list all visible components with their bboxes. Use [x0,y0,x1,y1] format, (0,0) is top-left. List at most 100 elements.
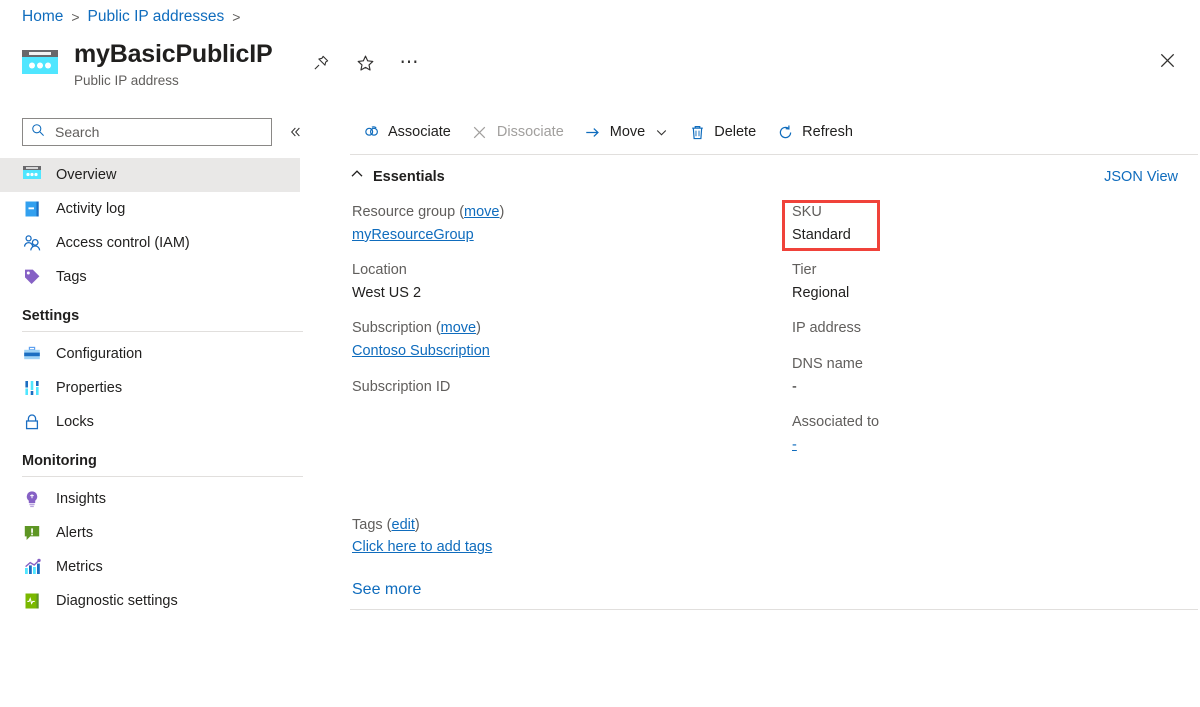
field-label: Subscription (move) [352,318,792,340]
sidebar-item-activity-log[interactable]: Activity log [0,192,300,226]
subscription-move-link[interactable]: move [441,320,476,336]
command-label: Move [610,124,645,140]
field-resource-group: Resource group (move) myResourceGroup [352,202,792,246]
sidebar-item-access-control[interactable]: Access control (IAM) [0,226,300,260]
breadcrumb-item-public-ip-addresses[interactable]: Public IP addresses [88,8,225,26]
field-subscription: Subscription (move) Contoso Subscription [352,318,792,362]
access-control-icon [22,233,42,253]
sidebar-item-label: Overview [56,167,116,183]
metrics-icon [22,557,42,577]
tags-label-text: Tags ( [352,517,392,533]
breadcrumb-separator: > [71,9,79,25]
sidebar-nav-list: Overview Activity log [0,158,305,618]
close-icon[interactable] [1152,45,1182,75]
sidebar-item-tags[interactable]: Tags [0,260,300,294]
see-more-link[interactable]: See more [352,581,421,598]
star-icon[interactable] [352,50,378,76]
field-value: - [792,434,1182,456]
tags-icon [22,267,42,287]
sidebar-group-monitoring: Monitoring [0,453,300,477]
subscription-link[interactable]: Contoso Subscription [352,343,490,359]
field-value: Standard [792,224,1182,246]
breadcrumb-separator-2: > [232,9,240,25]
sidebar-item-overview[interactable]: Overview [0,158,300,192]
breadcrumb-item-home[interactable]: Home [22,8,63,26]
field-label-text: Resource group ( [352,204,464,220]
associated-to-link[interactable]: - [792,437,797,453]
pin-icon[interactable] [308,50,334,76]
page-title-row: myBasicPublicIP Public IP address ⋯ [20,40,422,88]
see-more-divider [350,609,1198,610]
command-label: Associate [388,124,451,140]
sidebar-item-properties[interactable]: Properties [0,371,300,405]
search-icon [31,123,45,142]
command-label: Delete [714,124,756,140]
json-view-link[interactable]: JSON View [1104,169,1178,185]
resource-group-move-link[interactable]: move [464,204,499,220]
field-sku: SKU Standard [792,202,1182,246]
sidebar-group-title: Settings [22,308,300,324]
configuration-icon [22,344,42,364]
overview-icon [22,165,42,185]
search-box[interactable] [22,118,272,146]
see-more-block: See more [330,581,1200,599]
page-subtitle: Public IP address [74,73,272,88]
dissociate-button: Dissociate [461,117,574,147]
command-label: Dissociate [497,124,564,140]
field-value: myResourceGroup [352,224,792,246]
sidebar-item-metrics[interactable]: Metrics [0,550,300,584]
essentials-toggle[interactable]: Essentials [350,167,445,186]
sidebar-item-label: Insights [56,491,106,507]
resource-group-link[interactable]: myResourceGroup [352,227,474,243]
field-subscription-id: Subscription ID [352,377,792,399]
cross-icon [471,123,489,141]
sidebar-item-insights[interactable]: Insights [0,482,300,516]
page-title-actions: ⋯ [308,50,422,76]
tags-block: Tags (edit) Click here to add tags [330,515,1200,559]
insights-icon [22,489,42,509]
essentials-grid: Resource group (move) myResourceGroup Lo… [330,186,1200,471]
public-ip-address-icon [20,46,60,82]
field-ip-address: IP address [792,318,1182,340]
sidebar-item-label: Properties [56,380,122,396]
properties-icon [22,378,42,398]
sidebar-search-row [0,118,305,146]
move-button[interactable]: Move [574,117,678,147]
sidebar-item-alerts[interactable]: Alerts [0,516,300,550]
essentials-title: Essentials [373,169,445,185]
delete-button[interactable]: Delete [678,117,766,147]
sidebar-item-diagnostic-settings[interactable]: Diagnostic settings [0,584,300,618]
field-label-suffix: ) [476,320,481,336]
sidebar-item-configuration[interactable]: Configuration [0,337,300,371]
ellipsis-icon[interactable]: ⋯ [396,50,422,76]
field-label: Resource group (move) [352,202,792,224]
double-chevron-left-icon[interactable] [284,121,305,143]
refresh-icon [776,123,794,141]
essentials-right-column: SKU Standard Tier Regional IP address DN… [792,202,1182,471]
link-icon [362,123,380,141]
sidebar-item-locks[interactable]: Locks [0,405,300,439]
essentials-left-column: Resource group (move) myResourceGroup Lo… [352,202,792,471]
associate-button[interactable]: Associate [352,117,461,147]
add-tags-link[interactable]: Click here to add tags [352,539,492,555]
sidebar-group-divider [22,331,303,332]
field-label: DNS name [792,354,1182,376]
field-label: Tier [792,260,1182,282]
command-label: Refresh [802,124,853,140]
trash-icon [688,123,706,141]
refresh-button[interactable]: Refresh [766,117,863,147]
field-dns-name: DNS name - [792,354,1182,398]
diagnostic-settings-icon [22,591,42,611]
field-label: IP address [792,318,1182,340]
tags-edit-link[interactable]: edit [392,517,415,533]
field-associated-to: Associated to - [792,412,1182,456]
arrow-right-icon [584,123,602,141]
sidebar-item-label: Alerts [56,525,93,541]
activity-log-icon [22,199,42,219]
chevron-up-icon [350,167,364,186]
locks-icon [22,412,42,432]
search-input[interactable] [53,123,263,141]
sidebar-group-divider [22,476,303,477]
page-title-texts: myBasicPublicIP Public IP address [74,40,272,88]
tags-value: Click here to add tags [352,536,1200,558]
